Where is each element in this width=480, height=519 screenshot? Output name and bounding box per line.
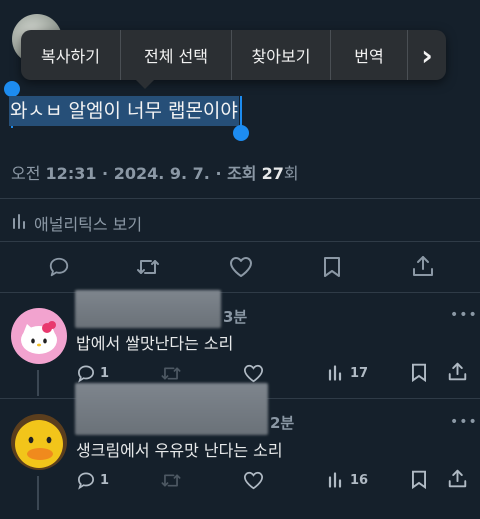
divider xyxy=(0,198,480,199)
bookmark-icon[interactable] xyxy=(411,363,427,382)
reply-text[interactable]: 생크림에서 우유맛 난다는 소리 xyxy=(76,437,283,461)
thread-line xyxy=(37,370,39,396)
bookmark-icon[interactable] xyxy=(323,256,341,278)
retweet-icon[interactable] xyxy=(160,364,182,383)
menu-item-copy[interactable]: 복사하기 xyxy=(21,30,121,80)
menu-item-select-all[interactable]: 전체 선택 xyxy=(121,30,232,80)
reply-text[interactable]: 밥에서 쌀맛난다는 소리 xyxy=(76,330,233,354)
reply-avatar[interactable] xyxy=(11,308,67,364)
reply-avatar[interactable] xyxy=(11,414,67,470)
thread-line xyxy=(37,476,39,510)
like-icon[interactable] xyxy=(243,364,264,383)
menu-more-chevron-icon[interactable]: › xyxy=(408,30,446,80)
bookmark-icon[interactable] xyxy=(411,470,427,489)
analytics-icon[interactable] xyxy=(328,471,344,488)
reply-username-redacted xyxy=(75,290,221,328)
analytics-icon[interactable] xyxy=(328,364,344,381)
reply-username-redacted xyxy=(75,383,268,435)
reply-icon[interactable] xyxy=(76,364,96,383)
text-context-menu: 복사하기 전체 선택 찾아보기 번역 › xyxy=(21,30,446,89)
view-count: 16 xyxy=(350,473,369,488)
time-value: 12:31 · 2024. 9. 7. · 조회 xyxy=(45,164,257,183)
retweet-icon[interactable] xyxy=(160,471,182,490)
like-icon[interactable] xyxy=(243,471,264,490)
share-icon[interactable] xyxy=(412,255,434,277)
reply-time: 2분 xyxy=(270,414,295,432)
analytics-link[interactable]: 애널리틱스 보기 xyxy=(34,211,142,235)
reply-icon[interactable] xyxy=(76,471,96,490)
share-icon[interactable] xyxy=(448,469,467,488)
reply-time: 3분 xyxy=(223,308,248,326)
view-suffix: 회 xyxy=(283,164,299,183)
like-icon[interactable] xyxy=(229,256,253,278)
reply-count: 1 xyxy=(100,473,110,488)
time-prefix: 오전 xyxy=(11,164,41,183)
post-text-selected[interactable]: 와ㅅㅂ 알엠이 너무 랩몬이야 xyxy=(9,96,239,126)
divider xyxy=(0,241,480,242)
more-icon[interactable]: ••• xyxy=(450,307,478,323)
view-count: 17 xyxy=(350,366,369,381)
retweet-icon[interactable] xyxy=(136,256,160,278)
share-icon[interactable] xyxy=(448,362,467,381)
divider xyxy=(0,292,480,293)
view-count: 27 xyxy=(261,164,284,183)
post-timestamp: 오전 12:31 · 2024. 9. 7. · 조회 27회 xyxy=(11,160,299,184)
selection-end-handle[interactable] xyxy=(233,125,249,141)
reply-icon[interactable] xyxy=(48,256,70,278)
reply-count: 1 xyxy=(100,366,110,381)
more-icon[interactable]: ••• xyxy=(450,414,478,430)
analytics-icon[interactable] xyxy=(12,213,28,229)
menu-pointer xyxy=(136,80,154,89)
menu-item-look-up[interactable]: 찾아보기 xyxy=(232,30,331,80)
menu-item-translate[interactable]: 번역 xyxy=(331,30,408,80)
